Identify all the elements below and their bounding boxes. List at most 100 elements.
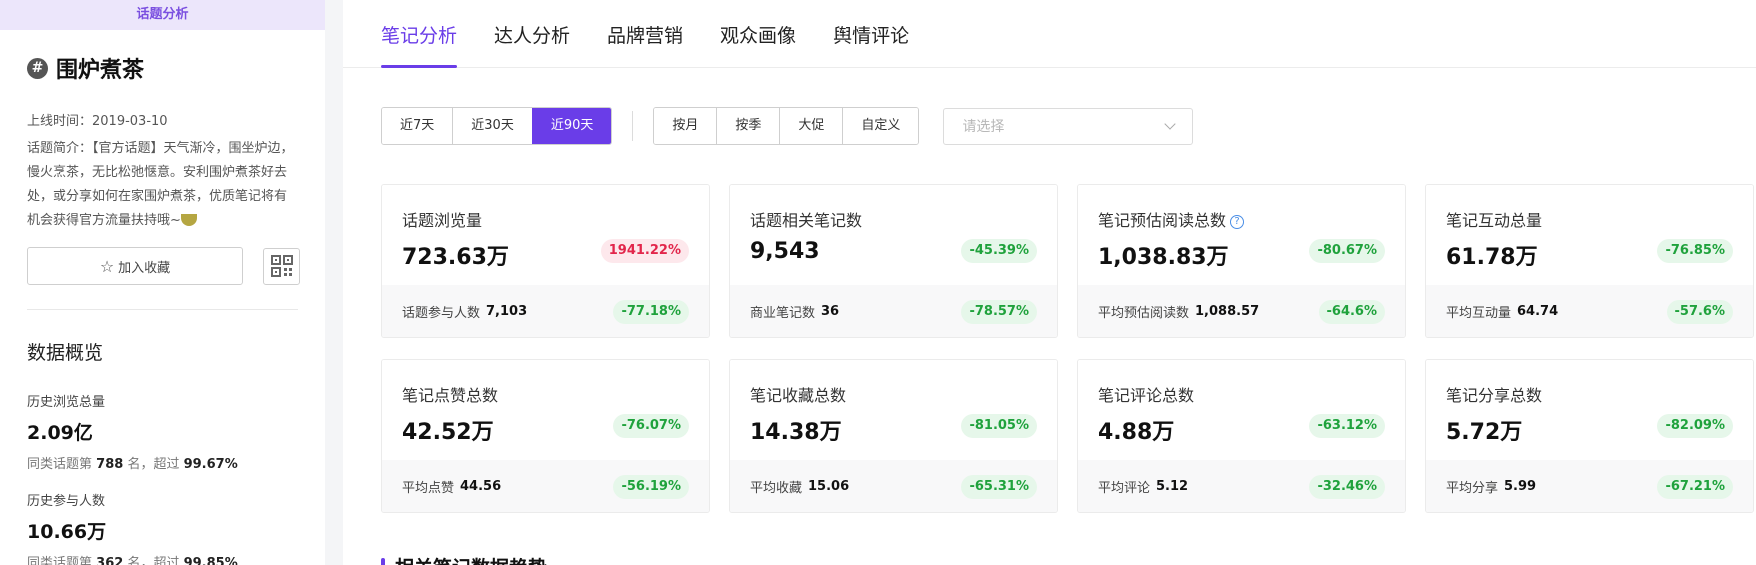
metric-card-topic-views: 话题浏览量 723.63万 1941.22% 话题参与人数 7,103 -77.1… bbox=[381, 184, 710, 338]
metric-card-estimated-reads: 笔记预估阅读总数? 1,038.83万 -80.67% 平均预估阅读数 1,088… bbox=[1077, 184, 1406, 338]
overview-item-participants: 历史参与人数 10.66万 同类话题第 362 名，超过 99.85% bbox=[27, 490, 325, 565]
section-accent-bar bbox=[381, 557, 385, 565]
topic-name: 围炉煮茶 bbox=[56, 58, 145, 83]
sub-value: 1,088.57 bbox=[1195, 304, 1260, 319]
card-sub: 话题参与人数 7,103 -77.18% bbox=[382, 285, 709, 337]
metric-card-likes: 笔记点赞总数 42.52万 -76.07% 平均点赞 44.56 -56.19% bbox=[381, 359, 710, 513]
metric-card-comments: 笔记评论总数 4.88万 -63.12% 平均评论 5.12 -32.46% bbox=[1077, 359, 1406, 513]
online-time: 上线时间：2019-03-10 bbox=[27, 110, 325, 129]
overview-rank: 同类话题第 788 名，超过 99.67% bbox=[27, 453, 325, 472]
sub-change-badge: -57.6% bbox=[1666, 300, 1733, 324]
overview-rank: 同类话题第 362 名，超过 99.85% bbox=[27, 552, 325, 565]
by-quarter-button[interactable]: 按季 bbox=[716, 108, 780, 144]
add-favorite-label: 加入收藏 bbox=[118, 260, 171, 276]
trend-section-title: 相关笔记数据趋势 bbox=[381, 553, 547, 565]
tab-note-analysis[interactable]: 笔记分析 bbox=[381, 0, 458, 68]
card-label: 笔记点赞总数 bbox=[402, 386, 499, 405]
overview-label: 历史浏览总量 bbox=[27, 395, 106, 410]
sub-label: 平均互动量 bbox=[1446, 306, 1512, 321]
range-30d-button[interactable]: 近30天 bbox=[452, 108, 532, 144]
overview-title: 数据概览 bbox=[27, 342, 104, 364]
card-sub: 平均收藏 15.06 -65.31% bbox=[730, 460, 1057, 512]
analysis-tabs: 笔记分析 达人分析 品牌营销 观众画像 舆情评论 bbox=[343, 0, 1756, 68]
filter-separator bbox=[632, 111, 634, 141]
card-sub: 平均互动量 64.74 -57.6% bbox=[1426, 285, 1753, 337]
card-main: 笔记分享总数 5.72万 -82.09% bbox=[1426, 360, 1753, 460]
range-7d-button[interactable]: 近7天 bbox=[382, 108, 453, 144]
range-90d-button[interactable]: 近90天 bbox=[531, 108, 612, 144]
card-label: 笔记评论总数 bbox=[1098, 386, 1195, 405]
rank-number: 362 bbox=[96, 556, 124, 565]
sidebar-divider bbox=[27, 309, 298, 310]
tab-influencer-analysis[interactable]: 达人分析 bbox=[494, 0, 570, 67]
rank-percent: 99.67% bbox=[183, 457, 238, 472]
sub-label: 商业笔记数 bbox=[750, 306, 816, 321]
tab-brand-marketing[interactable]: 品牌营销 bbox=[607, 0, 683, 67]
sub-label: 平均点赞 bbox=[402, 481, 455, 496]
period-toggle: 按月 按季 大促 自定义 bbox=[653, 107, 920, 145]
chevron-down-icon bbox=[1164, 118, 1177, 130]
card-label: 话题浏览量 bbox=[402, 211, 483, 230]
metric-card-note-count: 话题相关笔记数 9,543 -45.39% 商业笔记数 36 -78.57% bbox=[729, 184, 1058, 338]
rank-mid: 名，超过 bbox=[127, 556, 180, 565]
sub-change-badge: -65.31% bbox=[961, 475, 1037, 499]
topic-title: # 围炉煮茶 bbox=[27, 52, 325, 84]
rank-prefix: 同类话题第 bbox=[27, 556, 93, 565]
card-label: 笔记预估阅读总数? bbox=[1098, 207, 1405, 231]
qr-code-button[interactable] bbox=[263, 247, 300, 285]
sub-change-badge: -77.18% bbox=[613, 300, 689, 324]
card-main: 笔记收藏总数 14.38万 -81.05% bbox=[730, 360, 1057, 460]
overview-value: 2.09亿 bbox=[27, 422, 93, 444]
card-label-text: 笔记预估阅读总数 bbox=[1098, 211, 1227, 230]
sub-change-badge: -67.21% bbox=[1657, 475, 1733, 499]
sub-value: 15.06 bbox=[808, 479, 850, 494]
card-label: 笔记互动总量 bbox=[1446, 211, 1543, 230]
card-main: 笔记预估阅读总数? 1,038.83万 -80.67% bbox=[1078, 185, 1405, 285]
promotion-button[interactable]: 大促 bbox=[779, 108, 843, 144]
main-panel: 笔记分析 达人分析 品牌营销 观众画像 舆情评论 近7天 近30天 近90天 按… bbox=[343, 0, 1756, 565]
action-row: ☆ 加入收藏 bbox=[27, 247, 325, 285]
change-badge: -81.05% bbox=[961, 414, 1037, 438]
sub-value: 44.56 bbox=[460, 479, 502, 494]
online-time-label: 上线时间： bbox=[27, 114, 93, 129]
card-main: 笔记评论总数 4.88万 -63.12% bbox=[1078, 360, 1405, 460]
sub-value: 7,103 bbox=[486, 304, 528, 319]
online-time-value: 2019-03-10 bbox=[92, 114, 168, 129]
overview-item-views: 历史浏览总量 2.09亿 同类话题第 788 名，超过 99.67% bbox=[27, 391, 325, 472]
card-sub: 平均预估阅读数 1,088.57 -64.6% bbox=[1078, 285, 1405, 337]
change-badge: -76.85% bbox=[1657, 239, 1733, 263]
sub-change-badge: -56.19% bbox=[613, 475, 689, 499]
sub-label: 平均分享 bbox=[1446, 481, 1499, 496]
sidebar: 话题分析 # 围炉煮茶 上线时间：2019-03-10 话题简介：【官方话题】天… bbox=[0, 0, 325, 565]
sub-label: 平均收藏 bbox=[750, 481, 803, 496]
by-month-button[interactable]: 按月 bbox=[654, 108, 717, 144]
add-favorite-button[interactable]: ☆ 加入收藏 bbox=[27, 247, 243, 285]
tab-sentiment-comments[interactable]: 舆情评论 bbox=[833, 0, 909, 67]
tab-audience-profile[interactable]: 观众画像 bbox=[720, 0, 796, 67]
sub-value: 64.74 bbox=[1517, 304, 1559, 319]
select-placeholder: 请选择 bbox=[962, 119, 1005, 135]
sub-change-badge: -64.6% bbox=[1318, 300, 1385, 324]
change-badge: -80.67% bbox=[1309, 239, 1385, 263]
sub-label: 话题参与人数 bbox=[402, 306, 481, 321]
overview-label: 历史参与人数 bbox=[27, 494, 106, 509]
metric-card-shares: 笔记分享总数 5.72万 -82.09% 平均分享 5.99 -67.21% bbox=[1425, 359, 1754, 513]
sub-label: 平均预估阅读数 bbox=[1098, 306, 1190, 321]
card-sub: 商业笔记数 36 -78.57% bbox=[730, 285, 1057, 337]
change-badge: 1941.22% bbox=[600, 239, 689, 263]
custom-button[interactable]: 自定义 bbox=[842, 108, 919, 144]
card-sub: 平均评论 5.12 -32.46% bbox=[1078, 460, 1405, 512]
sub-value: 36 bbox=[821, 304, 840, 319]
period-select[interactable]: 请选择 bbox=[943, 107, 1194, 145]
card-main: 笔记点赞总数 42.52万 -76.07% bbox=[382, 360, 709, 460]
metric-card-collections: 笔记收藏总数 14.38万 -81.05% 平均收藏 15.06 -65.31% bbox=[729, 359, 1058, 513]
card-main: 话题浏览量 723.63万 1941.22% bbox=[382, 185, 709, 285]
sub-label: 平均评论 bbox=[1098, 481, 1151, 496]
tea-emoji-icon bbox=[180, 213, 197, 226]
change-badge: -63.12% bbox=[1309, 414, 1385, 438]
rank-prefix: 同类话题第 bbox=[27, 457, 93, 472]
topic-intro: 话题简介：【官方话题】天气渐冷，围坐炉边，慢火烹茶，无比松弛惬意。安利围炉煮茶好… bbox=[27, 137, 298, 233]
card-label: 话题相关笔记数 bbox=[750, 211, 863, 230]
help-icon[interactable]: ? bbox=[1230, 214, 1245, 229]
sub-change-badge: -32.46% bbox=[1309, 475, 1385, 499]
